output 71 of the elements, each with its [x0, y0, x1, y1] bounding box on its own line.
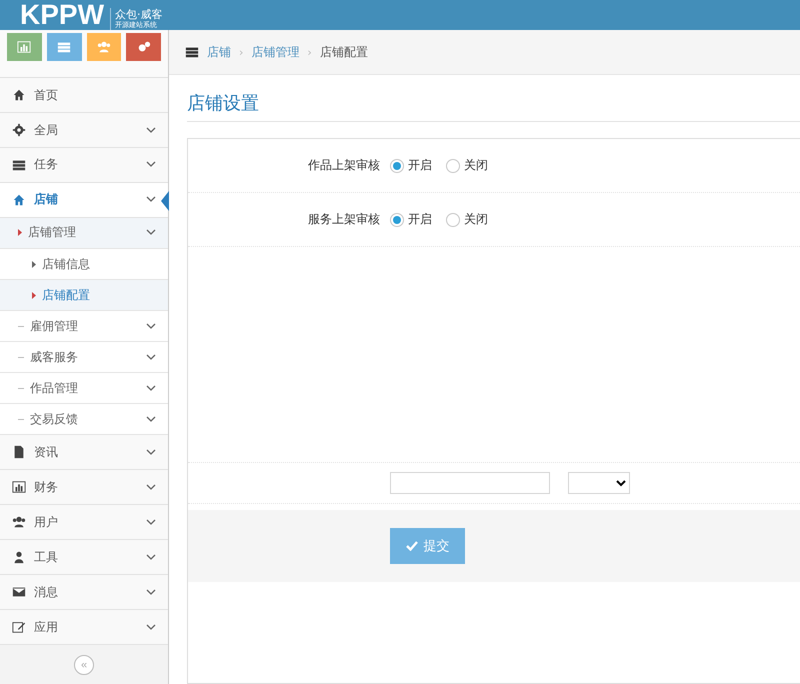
chevron-icon	[146, 588, 156, 596]
shortcut-button[interactable]	[46, 33, 82, 61]
list-icon	[57, 40, 72, 54]
chevron-icon	[146, 196, 156, 204]
breadcrumb-link[interactable]: 店铺配置	[320, 44, 368, 60]
menu-item[interactable]: 应用	[0, 610, 168, 646]
radio-button[interactable]	[446, 212, 460, 226]
menu-item[interactable]: 资讯	[0, 435, 168, 470]
home-icon	[12, 88, 26, 102]
caret-icon	[32, 292, 36, 299]
submenu-item[interactable]: 交易反馈	[0, 404, 168, 436]
separator-icon: ›	[307, 46, 312, 58]
shortcut-button[interactable]	[86, 33, 122, 61]
input-field[interactable]	[390, 472, 550, 494]
edit-icon	[12, 620, 26, 634]
users-icon	[96, 40, 111, 54]
page-title: 店铺设置	[187, 91, 800, 122]
submenu-item[interactable]: 威客服务	[0, 342, 168, 374]
chevron-icon	[146, 322, 156, 330]
chevron-icon	[146, 448, 156, 456]
chevron-icon	[146, 416, 156, 423]
list-icon	[185, 45, 199, 59]
radio-button[interactable]	[390, 212, 404, 226]
separator-icon: ›	[239, 46, 244, 58]
shortcut-button[interactable]	[126, 33, 161, 61]
radio-option[interactable]: 关闭	[446, 157, 488, 174]
logo: KPPW	[20, 0, 104, 30]
menu-item[interactable]: 任务	[0, 148, 168, 183]
submenu-item[interactable]: 雇佣管理	[0, 311, 168, 342]
radio-option[interactable]: 关闭	[446, 211, 488, 228]
brand-name: 众包·威客	[115, 8, 162, 21]
user-icon	[12, 550, 26, 564]
menu-item[interactable]: 工具	[0, 540, 168, 576]
radio-button[interactable]	[446, 158, 460, 172]
radio-option[interactable]: 开启	[390, 157, 432, 174]
field-label: 作品上架审核	[307, 157, 381, 174]
chevron-icon	[146, 624, 156, 631]
chart-icon	[12, 480, 26, 494]
menu-item[interactable]: 全局	[0, 113, 168, 148]
submenu-item[interactable]: 店铺管理	[0, 218, 168, 249]
mail-icon	[12, 585, 26, 600]
menu-item[interactable]: 用户	[0, 505, 168, 540]
home-icon	[12, 192, 26, 207]
caret-icon	[18, 229, 22, 236]
chevron-icon	[146, 384, 156, 392]
chevron-icon	[146, 161, 156, 168]
menu-item[interactable]: 消息	[0, 575, 168, 610]
caret-icon	[32, 260, 36, 268]
users-icon	[12, 515, 26, 530]
field-label: 服务上架审核	[307, 211, 381, 228]
shortcut-button[interactable]	[7, 33, 42, 61]
active-marker	[161, 190, 169, 211]
chevron-icon	[146, 518, 156, 526]
submenu-item[interactable]: 作品管理	[0, 373, 168, 404]
chart-icon	[17, 40, 32, 54]
file-icon	[12, 445, 26, 460]
check-icon	[406, 541, 418, 551]
chevron-icon	[146, 354, 156, 361]
submenu-item[interactable]: 店铺信息	[0, 249, 168, 280]
select-field[interactable]	[568, 472, 630, 494]
radio-button[interactable]	[390, 158, 404, 172]
menu-item[interactable]: 财务	[0, 470, 168, 506]
chevron-icon	[146, 229, 156, 236]
radio-option[interactable]: 开启	[390, 211, 432, 228]
chevron-icon	[146, 484, 156, 491]
menu-item[interactable]: 首页	[0, 78, 168, 114]
chevron-icon	[146, 126, 156, 134]
menu-item[interactable]: 店铺	[0, 182, 168, 218]
submenu-item[interactable]: 店铺配置	[0, 280, 168, 312]
chevron-icon	[146, 554, 156, 561]
list-icon	[12, 158, 26, 172]
